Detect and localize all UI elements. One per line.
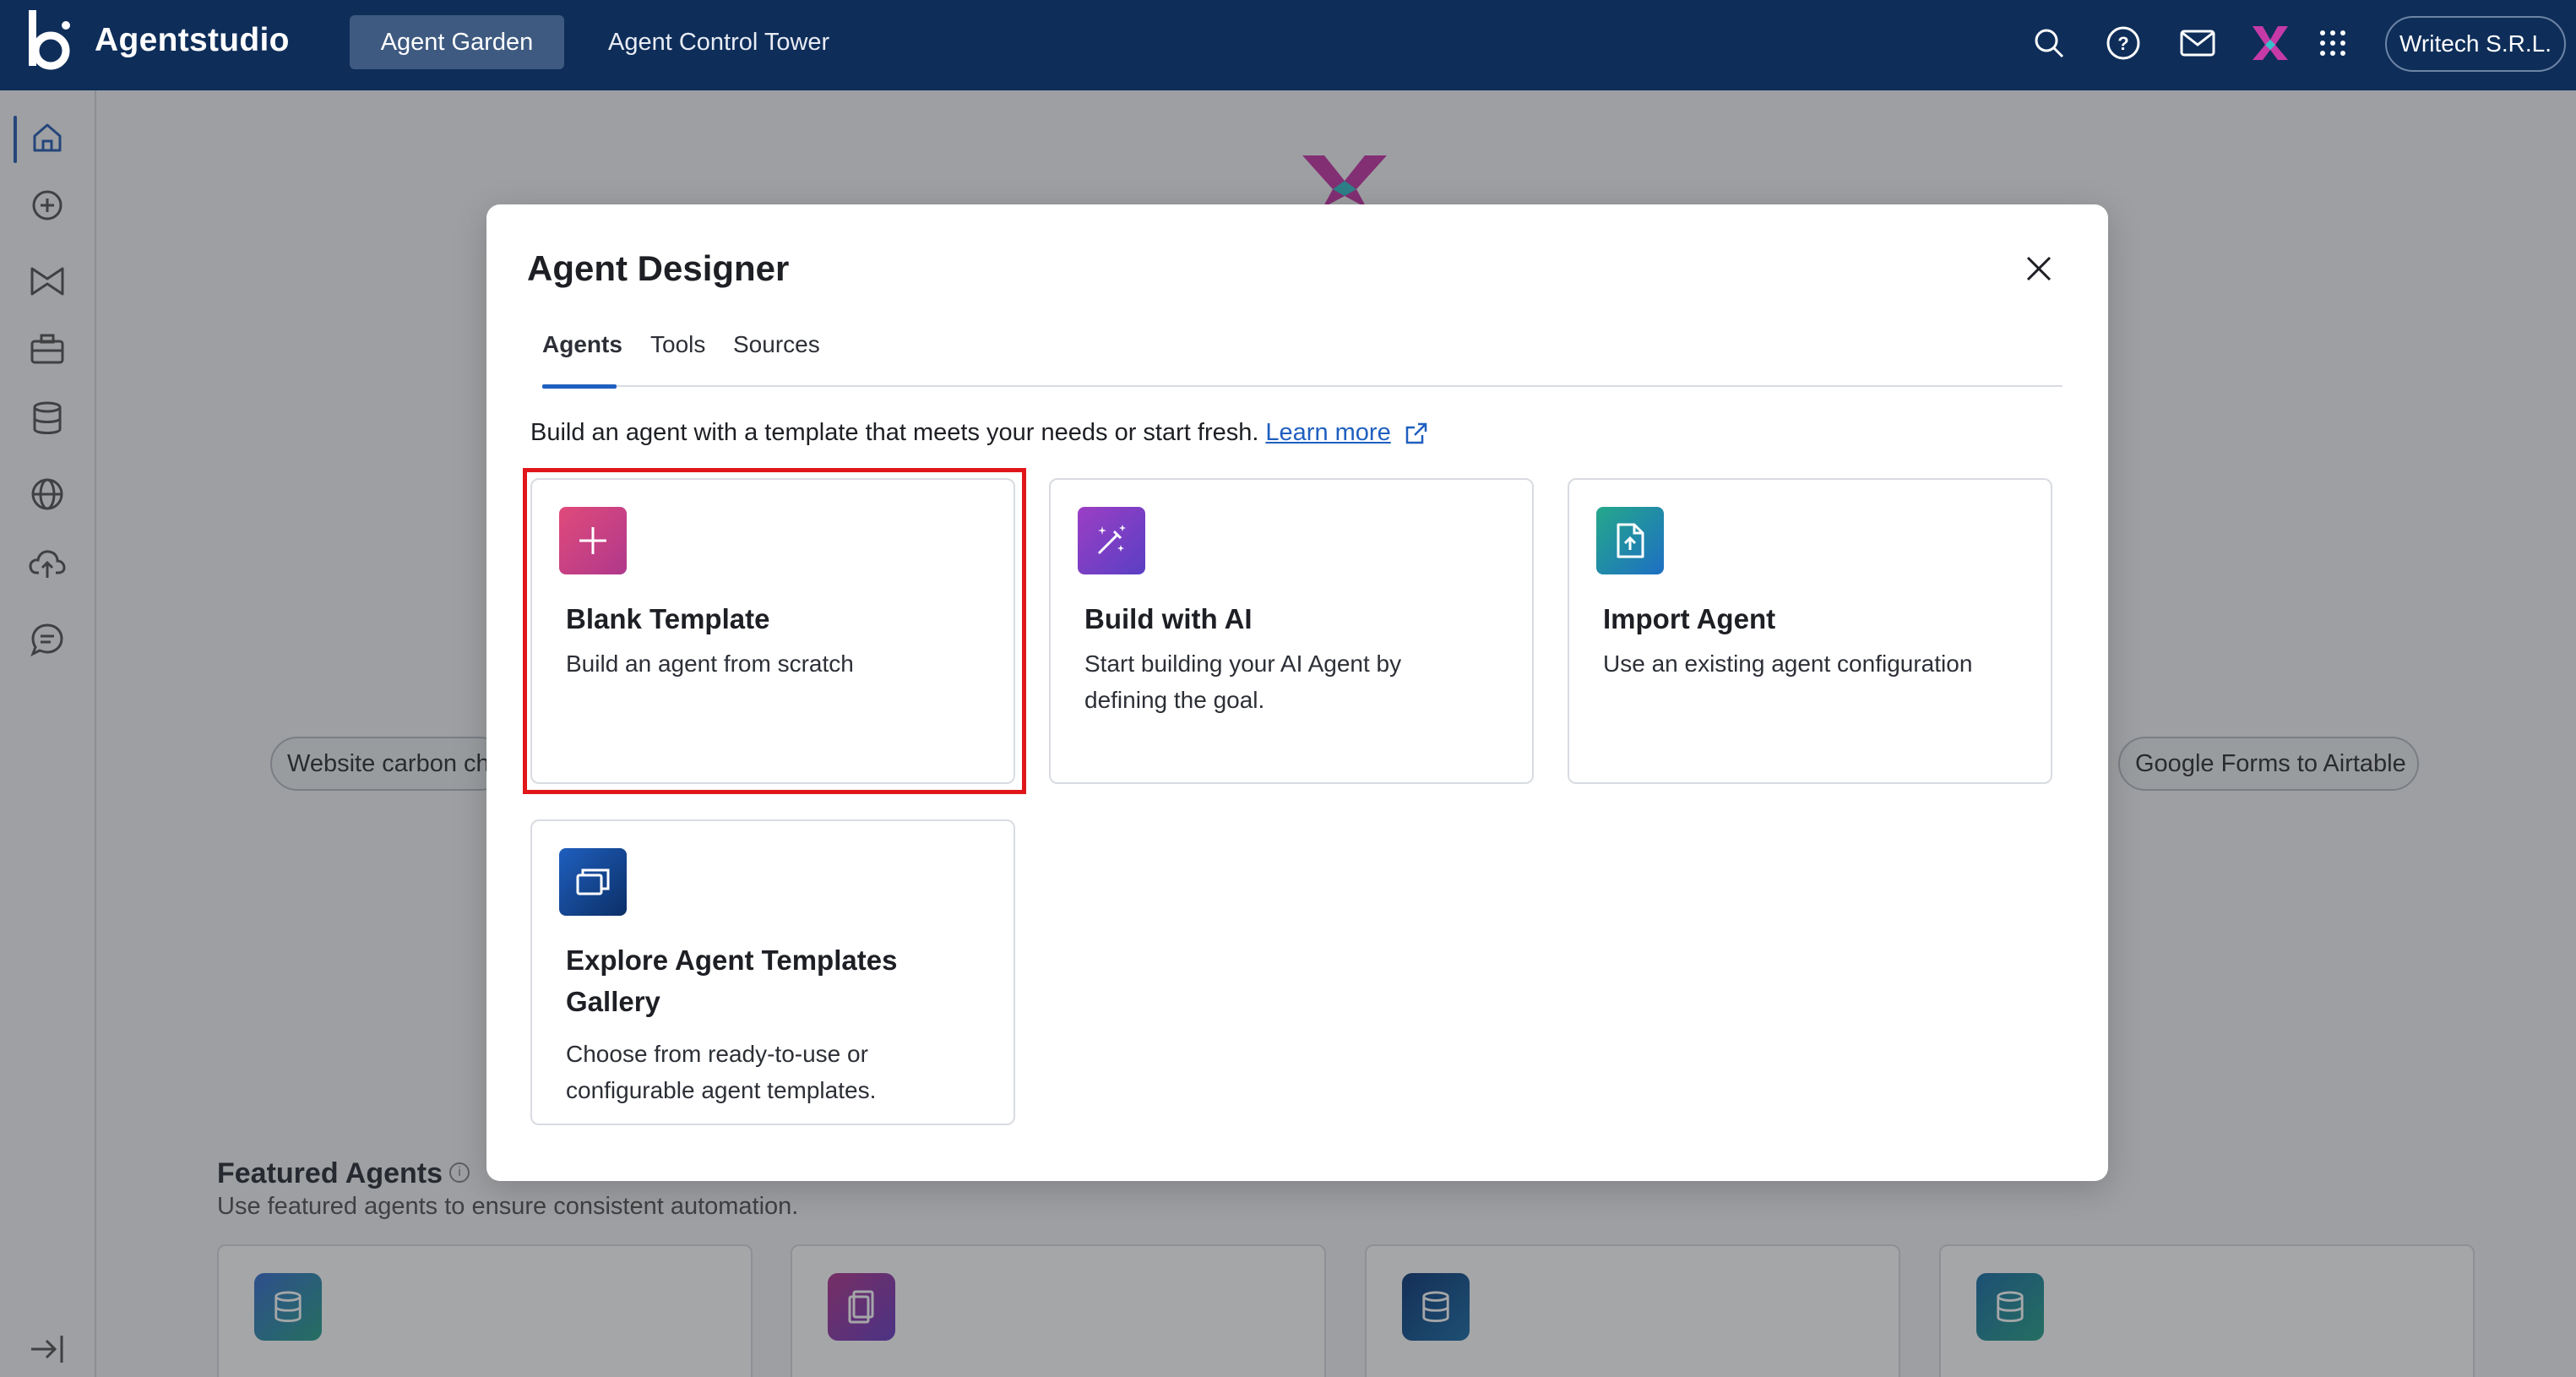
top-bar: Agentstudio Agent Garden Agent Control T… [0,0,2576,90]
search-icon[interactable] [2029,23,2069,63]
tab-sources[interactable]: Sources [733,331,820,387]
card-title: Build with AI [1084,603,1253,634]
org-switcher[interactable]: Writech S.R.L. [2385,16,2566,72]
import-agent-card[interactable]: Import Agent Use an existing agent confi… [1568,478,2052,784]
agent-designer-dialog: Agent Designer Agents Tools Sources Buil… [486,204,2108,1181]
apps-grid-icon[interactable] [2312,23,2353,63]
build-with-ai-card[interactable]: Build with AI Start building your AI Age… [1049,478,1534,784]
svg-text:?: ? [2117,33,2128,54]
app-logo[interactable] [25,8,76,76]
tab-agents[interactable]: Agents [542,331,622,389]
brand-name: Agentstudio [95,22,290,58]
close-icon[interactable] [2019,248,2059,289]
learn-more-link[interactable]: Learn more [1265,419,1390,447]
card-title: Import Agent [1603,603,1776,634]
explore-templates-card[interactable]: Explore Agent Templates Gallery Choose f… [530,819,1015,1125]
tab-tools[interactable]: Tools [650,331,705,387]
file-import-icon [1596,507,1664,574]
intro-text-row: Build an agent with a template that meet… [530,419,1428,447]
dialog-title: Agent Designer [527,248,790,288]
card-title: Explore Agent Templates Gallery [566,944,898,1017]
tab-agent-garden[interactable]: Agent Garden [350,15,564,69]
selection-highlight [523,468,1026,794]
card-description: Start building your AI Agent by defining… [1084,650,1402,713]
dialog-tabs: Agents Tools Sources [542,331,2062,389]
app-logo-icon[interactable] [2250,23,2291,63]
card-description: Use an existing agent configuration [1603,650,1973,677]
intro-text: Build an agent with a template that meet… [530,419,1259,446]
help-icon[interactable]: ? [2103,23,2144,63]
magic-wand-icon [1078,507,1145,574]
gallery-icon [559,848,627,916]
external-link-icon[interactable] [1405,422,1428,445]
card-description: Choose from ready-to-use or configurable… [566,1041,877,1103]
tab-agent-control-tower[interactable]: Agent Control Tower [581,15,856,69]
mail-icon[interactable] [2177,23,2218,63]
